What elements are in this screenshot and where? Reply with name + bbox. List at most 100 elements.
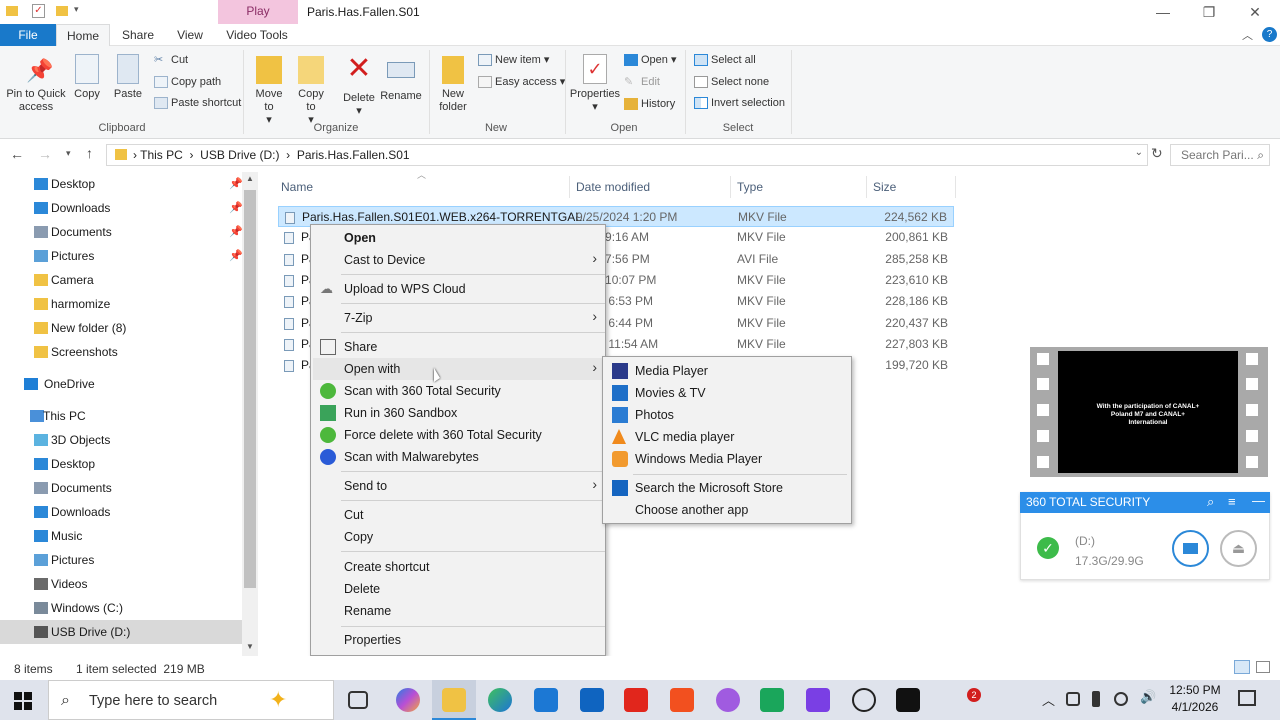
menu-item-open[interactable]: Open <box>344 227 376 249</box>
breadcrumb-current-folder[interactable]: Paris.Has.Fallen.S01 <box>297 148 410 162</box>
nav-item[interactable]: USB Drive (D:) <box>0 620 242 644</box>
help-icon[interactable]: ? <box>1262 27 1277 42</box>
submenu-item-vlc[interactable]: VLC media player <box>635 426 734 448</box>
up-arrow-icon[interactable]: ↑ <box>86 145 93 161</box>
column-header-name[interactable]: Name <box>281 180 313 194</box>
start-button[interactable] <box>14 692 32 710</box>
store-icon[interactable] <box>534 688 558 712</box>
properties-button[interactable]: ✓ Properties ▾ <box>568 54 622 114</box>
nav-item[interactable]: New folder (8) <box>0 316 242 340</box>
refresh-icon[interactable]: ↻ <box>1151 145 1163 162</box>
address-bar[interactable]: › This PC › USB Drive (D:) › Paris.Has.F… <box>106 144 1148 166</box>
minimize-icon[interactable]: — <box>1252 493 1265 508</box>
twitch-icon[interactable] <box>806 688 830 712</box>
invert-selection-button[interactable]: Invert selection <box>694 93 785 113</box>
nav-item[interactable]: Pictures <box>0 548 242 572</box>
show-hidden-icons-icon[interactable]: ︿ <box>1042 690 1055 709</box>
pin-to-quick-access-button[interactable]: 📌 Pin to Quick access <box>4 54 68 114</box>
menu-item-create-shortcut[interactable]: Create shortcut <box>344 556 429 578</box>
restore-button[interactable]: ❐ <box>1186 0 1232 24</box>
breadcrumb-usb-drive[interactable]: USB Drive (D:) <box>200 148 279 162</box>
details-view-icon[interactable] <box>1234 660 1250 674</box>
nav-item[interactable]: This PC <box>0 404 242 428</box>
nav-item[interactable]: Documents 📌 <box>0 220 243 244</box>
openai-icon[interactable] <box>852 688 876 712</box>
address-history-chevron-icon[interactable]: ⌄ <box>1135 147 1143 158</box>
nav-item[interactable]: Pictures 📌 <box>0 244 243 268</box>
column-header-size[interactable]: Size <box>873 180 896 194</box>
nav-item[interactable]: Downloads <box>0 500 242 524</box>
antivirus-tray-icon[interactable] <box>1114 692 1128 706</box>
nav-item[interactable]: Videos <box>0 572 242 596</box>
network-settings-icon[interactable] <box>1066 692 1080 706</box>
tab-home[interactable]: Home <box>56 24 110 46</box>
file-explorer-icon[interactable] <box>442 688 466 712</box>
copilot-icon[interactable] <box>396 688 420 712</box>
wps-office-icon[interactable] <box>624 688 648 712</box>
menu-item-force-delete[interactable]: Force delete with 360 Total Security <box>344 424 542 446</box>
search-icon[interactable]: ⌕ <box>1207 494 1214 510</box>
menu-item-properties[interactable]: Properties <box>344 629 401 651</box>
menu-item-share[interactable]: Share <box>344 336 377 358</box>
forward-arrow-icon[interactable]: → <box>38 146 52 162</box>
menu-item-run-sandbox[interactable]: Run in 360 Sandbox <box>344 402 457 424</box>
paste-button[interactable]: Paste <box>110 54 146 100</box>
vpn-icon[interactable] <box>716 688 740 712</box>
scroll-down-icon[interactable]: ▼ <box>246 642 254 651</box>
minimize-button[interactable]: — <box>1140 0 1186 24</box>
menu-item-send-to[interactable]: Send to <box>344 475 387 497</box>
menu-item-cut[interactable]: Cut <box>344 504 363 526</box>
menu-item-cast-to-device[interactable]: Cast to Device <box>344 249 425 271</box>
nav-item[interactable]: Camera <box>0 268 242 292</box>
notification-center-icon[interactable] <box>1238 690 1256 706</box>
open-button[interactable]: Open ▾ <box>624 50 677 70</box>
tiktok-icon[interactable] <box>896 688 920 712</box>
select-none-button[interactable]: Select none <box>694 72 769 92</box>
submenu-item-wmp[interactable]: Windows Media Player <box>635 448 762 470</box>
nav-item[interactable]: 3D Objects <box>0 428 242 452</box>
scroll-up-icon[interactable]: ▲ <box>246 174 254 183</box>
menu-item-scan-360[interactable]: Scan with 360 Total Security <box>344 380 501 402</box>
menu-item-upload-wps[interactable]: Upload to WPS Cloud <box>344 278 466 300</box>
menu-item-copy[interactable]: Copy <box>344 526 373 548</box>
open-drive-folder-button[interactable] <box>1172 530 1209 567</box>
menu-item-malwarebytes[interactable]: Scan with Malwarebytes <box>344 446 479 468</box>
taskbar-search-box[interactable]: ⌕ Type here to search ✦ <box>48 680 334 720</box>
submenu-item-media-player[interactable]: Media Player <box>635 360 708 382</box>
nav-item[interactable]: harmomize <box>0 292 242 316</box>
submenu-item-microsoft-store[interactable]: Search the Microsoft Store <box>635 477 783 499</box>
nav-item[interactable]: Windows (C:) <box>0 596 242 620</box>
nav-item[interactable]: Desktop 📌 <box>0 172 243 196</box>
nav-item[interactable]: Screenshots <box>0 340 242 364</box>
tab-video-tools[interactable]: Video Tools <box>222 24 292 46</box>
copy-path-button[interactable]: Copy path <box>154 72 221 92</box>
cut-button[interactable]: ✂ Cut <box>154 50 188 70</box>
submenu-item-choose-another-app[interactable]: Choose another app <box>635 499 748 521</box>
submenu-item-movies-tv[interactable]: Movies & TV <box>635 382 706 404</box>
menu-item-7zip[interactable]: 7-Zip <box>344 307 372 329</box>
paste-shortcut-button[interactable]: Paste shortcut <box>154 93 241 113</box>
rename-button[interactable]: Rename <box>380 54 422 102</box>
nav-item[interactable]: Downloads 📌 <box>0 196 243 220</box>
large-icons-view-icon[interactable] <box>1256 661 1270 673</box>
breadcrumb-this-pc[interactable]: This PC <box>140 148 183 162</box>
new-folder-button[interactable]: New folder <box>436 54 470 114</box>
back-arrow-icon[interactable]: ← <box>10 146 24 162</box>
menu-item-delete[interactable]: Delete <box>344 578 380 600</box>
recent-locations-icon[interactable]: ▾ <box>66 148 71 159</box>
tab-file[interactable]: File <box>0 24 56 46</box>
close-button[interactable]: ✕ <box>1232 0 1278 24</box>
properties-quick-icon[interactable]: ✓ <box>32 4 45 18</box>
history-button[interactable]: History <box>624 94 675 114</box>
tab-share[interactable]: Share <box>116 24 160 46</box>
brave-icon[interactable] <box>670 688 694 712</box>
select-all-button[interactable]: Select all <box>694 50 756 70</box>
play-contextual-tab[interactable]: Play <box>218 0 298 24</box>
customize-toolbar-icon[interactable]: ▾ <box>74 4 79 15</box>
search-input[interactable]: Search Pari... ⌕ <box>1170 144 1270 166</box>
task-view-icon[interactable] <box>348 691 368 709</box>
menu-item-rename[interactable]: Rename <box>344 600 391 622</box>
easy-access-button[interactable]: Easy access ▾ <box>478 72 565 92</box>
nav-item[interactable]: OneDrive <box>0 372 242 396</box>
menu-icon[interactable]: ≡ <box>1228 494 1236 509</box>
